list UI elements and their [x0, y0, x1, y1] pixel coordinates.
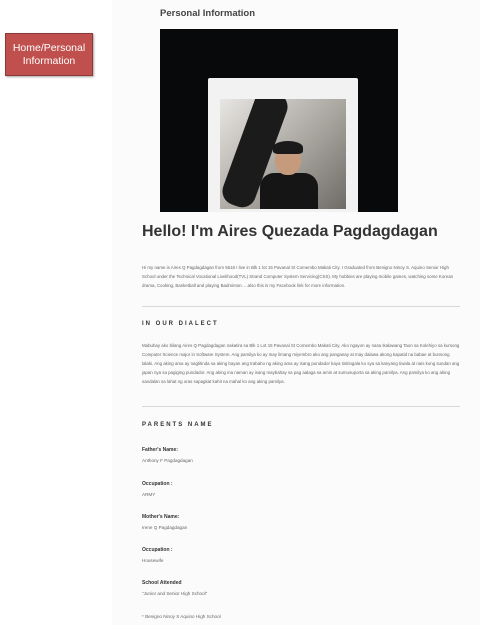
- polaroid-picture: [220, 99, 346, 209]
- page-title: Personal Information: [160, 8, 256, 19]
- father-occupation-value: ARMY: [142, 492, 156, 497]
- profile-photo: [160, 29, 398, 212]
- parents-heading: PARENTS NAME: [142, 422, 214, 428]
- school-attended-label: School Attended: [142, 580, 182, 586]
- dialect-heading: IN OUR DIALECT: [142, 321, 219, 327]
- intro-paragraph: Hi my name is Aires Q Pagdagdagan from 5…: [142, 265, 454, 288]
- divider: [142, 406, 460, 407]
- father-name-value: Anthony F Pagdagdagan: [142, 458, 193, 463]
- mother-occupation-label: Occupation :: [142, 547, 173, 553]
- father-name-label: Father's Name:: [142, 447, 178, 453]
- father-occupation-label: Occupation :: [142, 481, 173, 487]
- mother-name-label: Mother's Name:: [142, 514, 180, 520]
- home-personal-information-button[interactable]: Home/Personal Information: [5, 33, 93, 76]
- name-heading: Hello! I'm Aires Quezada Pagdagdagan: [142, 223, 438, 240]
- mother-occupation-value: Housewife: [142, 558, 164, 563]
- mother-name-value: Irene Q Pagdagdagan: [142, 525, 188, 530]
- personal-information-page: Personal Information Hello! I'm Aires Qu…: [112, 0, 480, 625]
- school-name: * Benigno Ninoy S Aquino High School: [142, 614, 221, 619]
- person-body: [260, 173, 318, 209]
- person-hair: [273, 141, 303, 154]
- divider: [142, 306, 460, 307]
- dialect-paragraph: Mabuhay ako bilang Aires Q Pagdagdagan n…: [142, 343, 460, 384]
- school-attended-value: "Junior and Senior High School": [142, 591, 208, 596]
- polaroid-frame: [208, 78, 358, 212]
